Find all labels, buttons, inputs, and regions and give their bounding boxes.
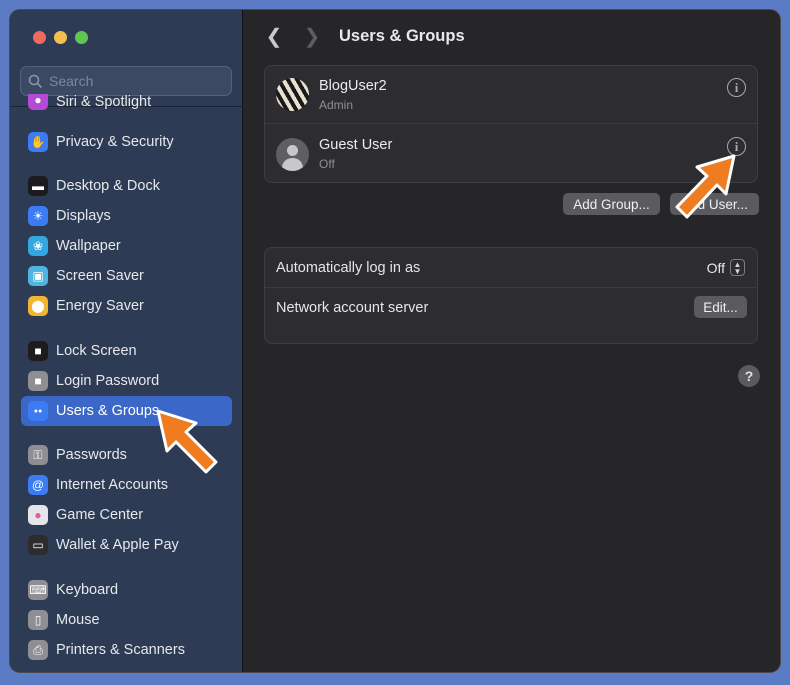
sun-icon: ☀ <box>28 206 48 226</box>
user-row[interactable]: BlogUser2 Admin i <box>265 66 757 124</box>
sidebar-item-sun[interactable]: ☀ Displays <box>21 201 232 231</box>
sidebar-item-label: Game Center <box>56 507 144 523</box>
sidebar-item-label: Passwords <box>56 447 127 463</box>
wallet-icon: ▭ <box>28 535 48 555</box>
sidebar-item-screensaver[interactable]: ▣ Screen Saver <box>21 261 232 291</box>
main-pane: ❮ ❯ Users & Groups BlogUser2 Admin i Gue… <box>244 10 780 672</box>
auto-login-row: Automatically log in as Off ▲ ▼ <box>265 248 757 288</box>
screensaver-icon: ▣ <box>28 266 48 286</box>
sidebar-item-siri[interactable]: ● Siri & Spotlight <box>21 94 232 110</box>
sidebar-item-gamecenter[interactable]: ● Game Center <box>21 500 232 530</box>
hand-icon: ✋ <box>28 132 48 152</box>
auto-login-value: Off <box>706 259 725 276</box>
edit-button[interactable]: Edit... <box>694 296 747 318</box>
printer-icon: ⎙ <box>28 640 48 660</box>
sidebar-item-label: Lock Screen <box>56 343 137 359</box>
minimize-button[interactable] <box>54 31 67 44</box>
keyboard-icon: ⌨ <box>28 580 48 600</box>
mouse-icon: ▯ <box>28 610 48 630</box>
sidebar-item-label: Users & Groups <box>56 403 160 419</box>
network-server-row: Network account server Edit... <box>265 288 757 328</box>
sidebar-item-label: Siri & Spotlight <box>56 94 152 110</box>
forward-button[interactable]: ❯ <box>302 24 322 49</box>
sidebar-item-wallet[interactable]: ▭ Wallet & Apple Pay <box>21 530 232 560</box>
sidebar-item-label: Screen Saver <box>56 268 144 284</box>
network-server-label: Network account server <box>276 300 429 316</box>
sidebar-item-label: Mouse <box>56 612 100 628</box>
page-title: Users & Groups <box>339 27 465 45</box>
settings-window: ● Siri & Spotlight ✋ Privacy & Security ▬ Des… <box>9 9 781 673</box>
auto-login-select[interactable]: Off ▲ ▼ <box>707 259 745 276</box>
sidebar-item-label: Displays <box>56 208 111 224</box>
bulb-icon: ⬤ <box>28 296 48 316</box>
help-button[interactable]: ? <box>738 365 760 387</box>
user-name: BlogUser2 <box>319 78 387 94</box>
sidebar-item-label: Wallpaper <box>56 238 121 254</box>
user-role: Off <box>319 157 335 171</box>
flower-icon: ❀ <box>28 236 48 256</box>
arrow-icon <box>156 409 218 474</box>
guest-avatar <box>276 137 309 171</box>
users-icon: ●● <box>28 401 48 421</box>
sidebar-item-keyboard[interactable]: ⌨ Keyboard <box>21 575 232 605</box>
sidebar-item-label: Keyboard <box>56 582 119 598</box>
info-icon[interactable]: i <box>727 78 746 97</box>
auto-login-label: Automatically log in as <box>276 259 421 276</box>
sidebar-item-label: Wallet & Apple Pay <box>56 537 179 553</box>
sidebar-item-printer[interactable]: ⎙ Printers & Scanners <box>21 635 232 665</box>
search-icon <box>28 74 42 88</box>
sidebar-item-lock[interactable]: ■ Lock Screen <box>21 336 232 366</box>
sidebar-item-label: Privacy & Security <box>56 134 174 150</box>
sidebar-item-padlock[interactable]: ■ Login Password <box>21 366 232 396</box>
key-icon: ⚿ <box>28 445 48 465</box>
gamecenter-icon: ● <box>28 505 48 525</box>
sidebar-item-bulb[interactable]: ⬤ Energy Saver <box>21 291 232 321</box>
chevron-updown-icon: ▲ ▼ <box>730 259 745 276</box>
login-settings: Automatically log in as Off ▲ ▼ Network a… <box>264 247 758 344</box>
sidebar-item-dock[interactable]: ▬ Desktop & Dock <box>21 171 232 201</box>
toolbar: ❮ ❯ Users & Groups <box>244 10 780 64</box>
sidebar-item-label: Login Password <box>56 373 160 389</box>
sidebar: ● Siri & Spotlight ✋ Privacy & Security ▬ Des… <box>10 10 243 672</box>
sidebar-item-mouse[interactable]: ▯ Mouse <box>21 605 232 635</box>
padlock-icon: ■ <box>28 371 48 391</box>
avatar <box>276 78 309 111</box>
arrow-icon <box>675 154 736 219</box>
search-input[interactable] <box>49 73 219 89</box>
siri-icon: ● <box>28 94 48 110</box>
user-role: Admin <box>319 98 354 112</box>
sidebar-item-hand[interactable]: ✋ Privacy & Security <box>21 127 232 157</box>
sidebar-item-label: Desktop & Dock <box>56 178 160 194</box>
sidebar-item-label: Printers & Scanners <box>56 642 185 658</box>
dock-icon: ▬ <box>28 176 48 196</box>
search-field[interactable] <box>20 66 232 96</box>
at-icon: @ <box>28 475 48 495</box>
back-button[interactable]: ❮ <box>264 24 284 49</box>
user-name: Guest User <box>319 137 393 153</box>
sidebar-item-label: Energy Saver <box>56 298 144 314</box>
sidebar-item-flower[interactable]: ❀ Wallpaper <box>21 231 232 261</box>
zoom-button[interactable] <box>75 31 88 44</box>
add-group-button[interactable]: Add Group... <box>563 193 660 215</box>
lock-icon: ■ <box>28 341 48 361</box>
traffic-lights <box>33 31 88 44</box>
close-button[interactable] <box>33 31 46 44</box>
